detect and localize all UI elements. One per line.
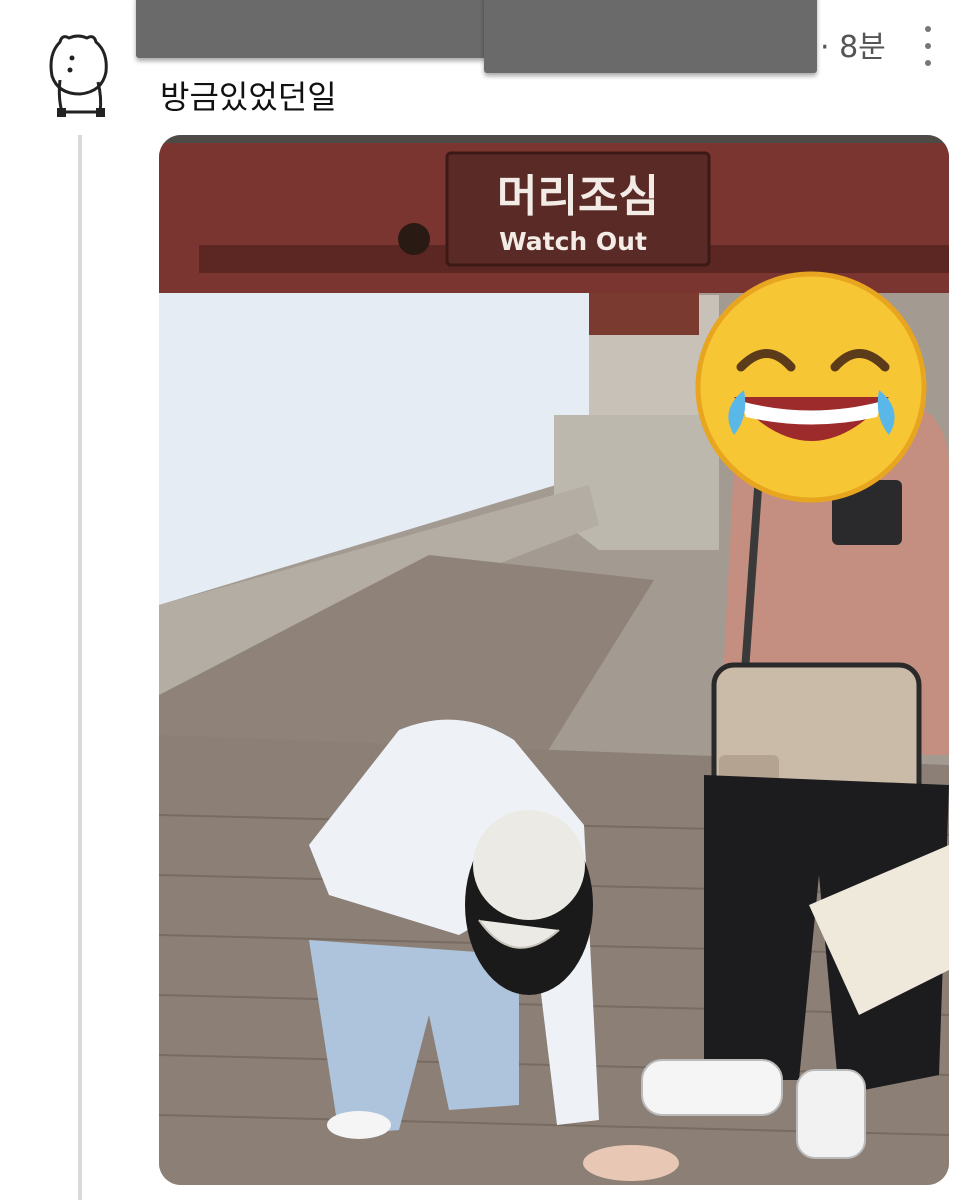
post-text: 방금있었던일 [160,78,337,116]
post-photo[interactable]: 머리조심 Watch Out [159,135,949,1185]
thread-line [78,135,82,1200]
sign-english: Watch Out [499,227,647,256]
post-timestamp: · 8분 [820,30,886,65]
sign-korean: 머리조심 [497,171,659,222]
vertical-dots-icon[interactable] [918,26,938,66]
redacted-username [136,0,486,58]
bear-avatar-icon[interactable] [40,30,116,122]
laughing-crying-emoji-icon [695,271,927,503]
redacted-handle [484,0,817,73]
